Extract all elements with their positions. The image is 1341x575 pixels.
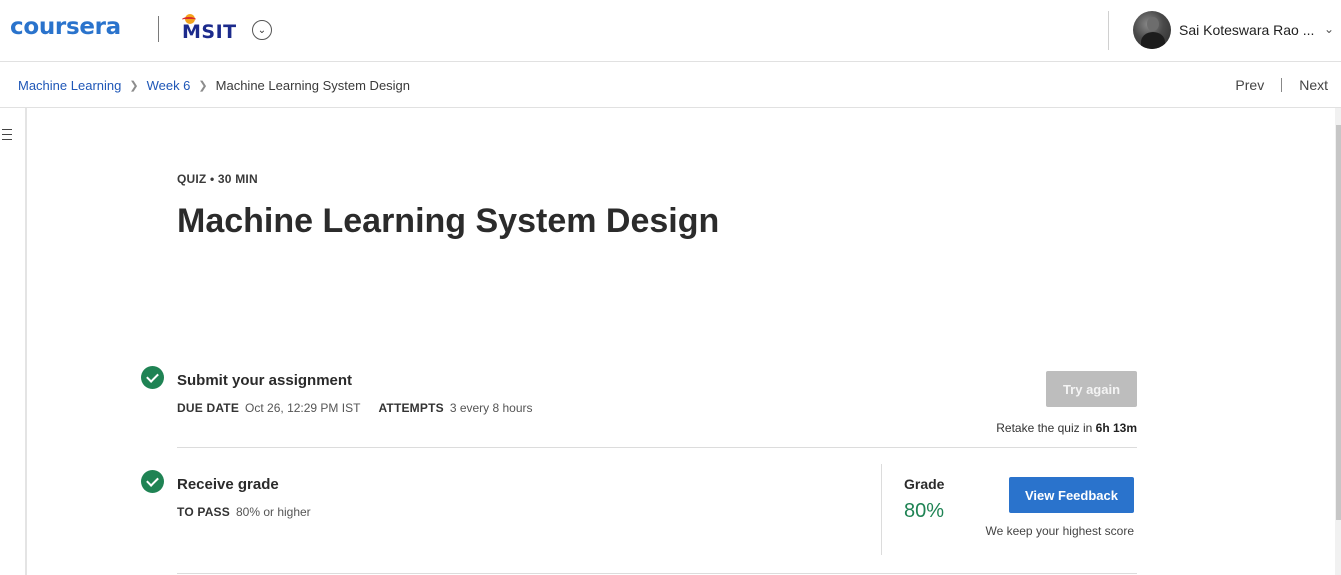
user-divider: [1108, 11, 1109, 50]
submit-step-meta: DUE DATE Oct 26, 12:29 PM IST ATTEMPTS 3…: [177, 401, 533, 415]
breadcrumb-week[interactable]: Week 6: [147, 78, 191, 93]
avatar-head: [1147, 17, 1159, 31]
pager-divider: [1281, 78, 1283, 92]
item-pager: Prev Next: [1235, 77, 1328, 93]
to-pass-value: 80% or higher: [235, 505, 311, 519]
msit-logo-text: MSIT: [182, 21, 237, 43]
next-button[interactable]: Next: [1299, 77, 1328, 93]
grade-step-title: Receive grade: [177, 476, 279, 493]
msit-logo[interactable]: MSIT: [182, 14, 242, 44]
prev-button[interactable]: Prev: [1235, 77, 1264, 93]
scrollbar-thumb[interactable]: [1336, 125, 1341, 520]
left-rail: [0, 108, 27, 575]
view-feedback-button[interactable]: View Feedback: [1009, 477, 1134, 513]
retake-time: 6h 13m: [1095, 421, 1137, 435]
check-circle-icon: [141, 366, 164, 389]
check-circle-icon: [141, 470, 164, 493]
grade-divider: [881, 464, 882, 555]
avatar[interactable]: [1133, 11, 1171, 49]
quiz-eyebrow: QUIZ • 30 MIN: [177, 172, 258, 186]
attempts-label: ATTEMPTS: [378, 401, 444, 415]
institution-chevron-down-icon[interactable]: ⌄: [252, 20, 272, 40]
section-divider: [177, 573, 1137, 574]
chevron-right-icon: ❯: [129, 80, 139, 92]
user-name[interactable]: Sai Koteswara Rao ...: [1179, 22, 1314, 38]
breadcrumb-current: Machine Learning System Design: [215, 78, 411, 93]
to-pass-label: TO PASS: [177, 505, 230, 519]
attempts-value: 3 every 8 hours: [449, 401, 533, 415]
page-title: Machine Learning System Design: [177, 202, 720, 240]
grade-value: 80%: [904, 500, 945, 522]
menu-icon[interactable]: [2, 128, 12, 142]
due-date-value: Oct 26, 12:29 PM IST: [245, 401, 361, 415]
breadcrumb-course[interactable]: Machine Learning: [18, 78, 121, 93]
grade-step-meta: TO PASS 80% or higher: [177, 505, 311, 519]
logo-divider: [158, 16, 159, 42]
due-date-label: DUE DATE: [177, 401, 240, 415]
try-again-button[interactable]: Try again: [1046, 371, 1137, 407]
avatar-body: [1141, 32, 1165, 49]
grade-label: Grade: [904, 476, 945, 492]
user-menu-chevron-down-icon[interactable]: ⌄: [1324, 22, 1334, 36]
keep-score-note: We keep your highest score: [985, 524, 1134, 538]
section-divider: [177, 447, 1137, 448]
chevron-right-icon: ❯: [198, 80, 208, 92]
breadcrumb: Machine Learning ❯ Week 6 ❯ Machine Lear…: [18, 78, 410, 93]
submit-step-title: Submit your assignment: [177, 372, 353, 389]
top-header: coursera MSIT ⌄ Sai Koteswara Rao ... ⌄: [0, 0, 1341, 62]
breadcrumb-bar: Machine Learning ❯ Week 6 ❯ Machine Lear…: [0, 63, 1341, 108]
retake-prefix: Retake the quiz in: [996, 421, 1093, 435]
retake-timer: Retake the quiz in 6h 13m: [996, 421, 1137, 435]
coursera-logo[interactable]: coursera: [10, 14, 121, 40]
